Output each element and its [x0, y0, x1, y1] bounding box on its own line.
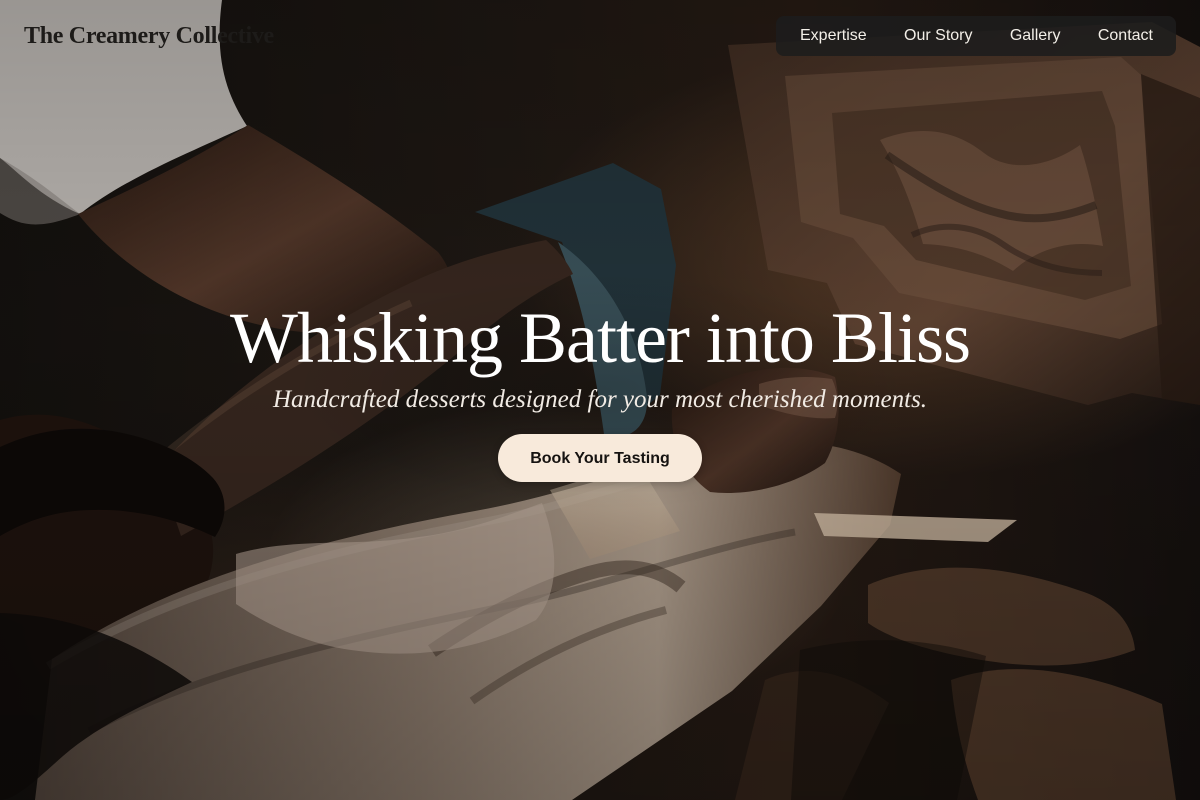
nav-link-contact[interactable]: Contact [1098, 26, 1153, 46]
site-logo[interactable]: The Creamery Collective [24, 20, 274, 52]
nav-link-expertise[interactable]: Expertise [800, 26, 867, 46]
book-tasting-button[interactable]: Book Your Tasting [498, 434, 702, 482]
hero-content: Whisking Batter into Bliss Handcrafted d… [0, 296, 1200, 482]
nav-link-gallery[interactable]: Gallery [1010, 26, 1061, 46]
hero-title: Whisking Batter into Bliss [230, 298, 971, 378]
primary-navigation: Expertise Our Story Gallery Contact [776, 16, 1176, 56]
hero-section: The Creamery Collective Expertise Our St… [0, 0, 1200, 800]
hero-subtitle: Handcrafted desserts designed for your m… [272, 386, 928, 413]
nav-link-our-story[interactable]: Our Story [904, 26, 972, 46]
